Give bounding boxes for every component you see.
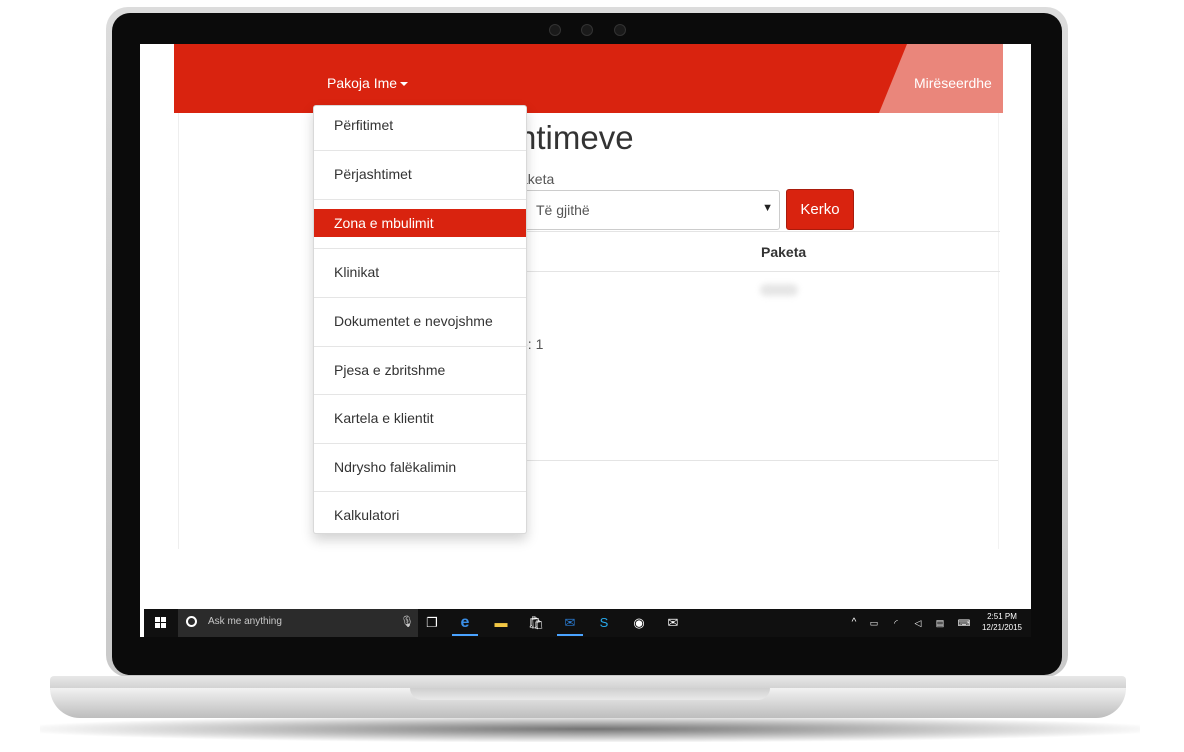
cortana-placeholder: Ask me anything: [208, 616, 282, 627]
camera-sensor-icon: [549, 24, 561, 36]
volume-icon[interactable]: ◁: [908, 613, 928, 633]
outlook-icon[interactable]: ✉: [560, 613, 580, 633]
keyboard-icon[interactable]: ⌨: [954, 613, 974, 633]
menu-item-exclusions[interactable]: Përjashtimet: [314, 160, 526, 188]
menu-divider: [314, 346, 526, 347]
panel-border-left: [178, 113, 179, 549]
menu-item-benefits[interactable]: Përfitimet: [314, 111, 526, 139]
table-cell-blurred: [760, 284, 798, 296]
search-button[interactable]: Kerko: [786, 189, 854, 230]
cortana-search-box[interactable]: Ask me anything 🎙: [178, 609, 418, 637]
panel-footer-border: [520, 460, 998, 461]
menu-item-coverage-zone[interactable]: Zona e mbulimit: [314, 209, 526, 237]
active-app-indicator: [452, 634, 478, 636]
navbar: Pakoja Ime Mirëseerdhe: [174, 44, 1003, 113]
windows-start-icon[interactable]: [155, 617, 167, 629]
table-header-package: Paketa: [761, 244, 807, 260]
page-title: ntimeve: [518, 119, 634, 156]
menu-item-documents[interactable]: Dokumentet e nevojshme: [314, 307, 526, 335]
menu-divider: [314, 248, 526, 249]
wifi-icon[interactable]: ◜: [886, 613, 906, 633]
package-menu-toggle[interactable]: Pakoja Ime: [327, 75, 409, 91]
camera-lens-icon: [581, 24, 593, 36]
table-top-border: [520, 231, 1000, 232]
file-explorer-icon[interactable]: ▬: [491, 613, 511, 633]
task-view-icon[interactable]: ❐: [422, 613, 442, 633]
edge-icon[interactable]: e: [455, 613, 475, 633]
table-header-border: [520, 271, 1000, 272]
camera-light-icon: [614, 24, 626, 36]
menu-item-change-password[interactable]: Ndrysho falëkalimin: [314, 453, 526, 481]
menu-item-client-card[interactable]: Kartela e klientit: [314, 404, 526, 432]
cortana-icon: [186, 616, 197, 627]
tray-overflow-icon[interactable]: ^: [844, 613, 864, 633]
battery-icon[interactable]: ▭: [864, 613, 884, 633]
select-arrow-icon: ▼: [762, 202, 773, 214]
action-center-icon[interactable]: ▤: [930, 613, 950, 633]
menu-divider: [314, 394, 526, 395]
microphone-icon[interactable]: 🎙: [400, 615, 414, 628]
clock-date[interactable]: 12/21/2015: [980, 623, 1024, 632]
caret-down-icon: [400, 82, 409, 87]
menu-divider: [314, 491, 526, 492]
media-player-icon[interactable]: ◉: [629, 613, 649, 633]
package-menu-label: Pakoja Ime: [327, 75, 398, 91]
menu-item-calculator[interactable]: Kalkulatori: [314, 501, 526, 529]
active-app-indicator: [557, 634, 583, 636]
menu-divider: [314, 199, 526, 200]
store-icon[interactable]: 🛍: [526, 613, 546, 633]
skype-icon[interactable]: S: [594, 613, 614, 633]
laptop-shadow: [40, 716, 1140, 742]
windows-taskbar: Ask me anything 🎙 ❐ e ▬ 🛍 ✉ S ◉ ✉ ^ ▭ ◜ …: [144, 609, 1031, 637]
menu-item-deductible[interactable]: Pjesa e zbritshme: [314, 356, 526, 384]
mail-icon[interactable]: ✉: [663, 613, 683, 633]
laptop-screen: Pakoja Ime Mirëseerdhe ntimeve aketa Të …: [140, 44, 1031, 637]
package-dropdown-menu: Përfitimet Përjashtimet Zona e mbulimit …: [313, 105, 527, 534]
menu-item-clinics[interactable]: Klinikat: [314, 258, 526, 286]
panel-border-right: [998, 113, 999, 549]
package-select[interactable]: Të gjithë ▼: [520, 190, 780, 230]
laptop-notch: [410, 688, 770, 700]
menu-divider: [314, 150, 526, 151]
menu-divider: [314, 297, 526, 298]
clock-time[interactable]: 2:51 PM: [980, 612, 1024, 621]
menu-divider: [314, 443, 526, 444]
welcome-link[interactable]: Mirëseerdhe: [914, 75, 992, 91]
package-select-value: Të gjithë: [536, 202, 590, 218]
